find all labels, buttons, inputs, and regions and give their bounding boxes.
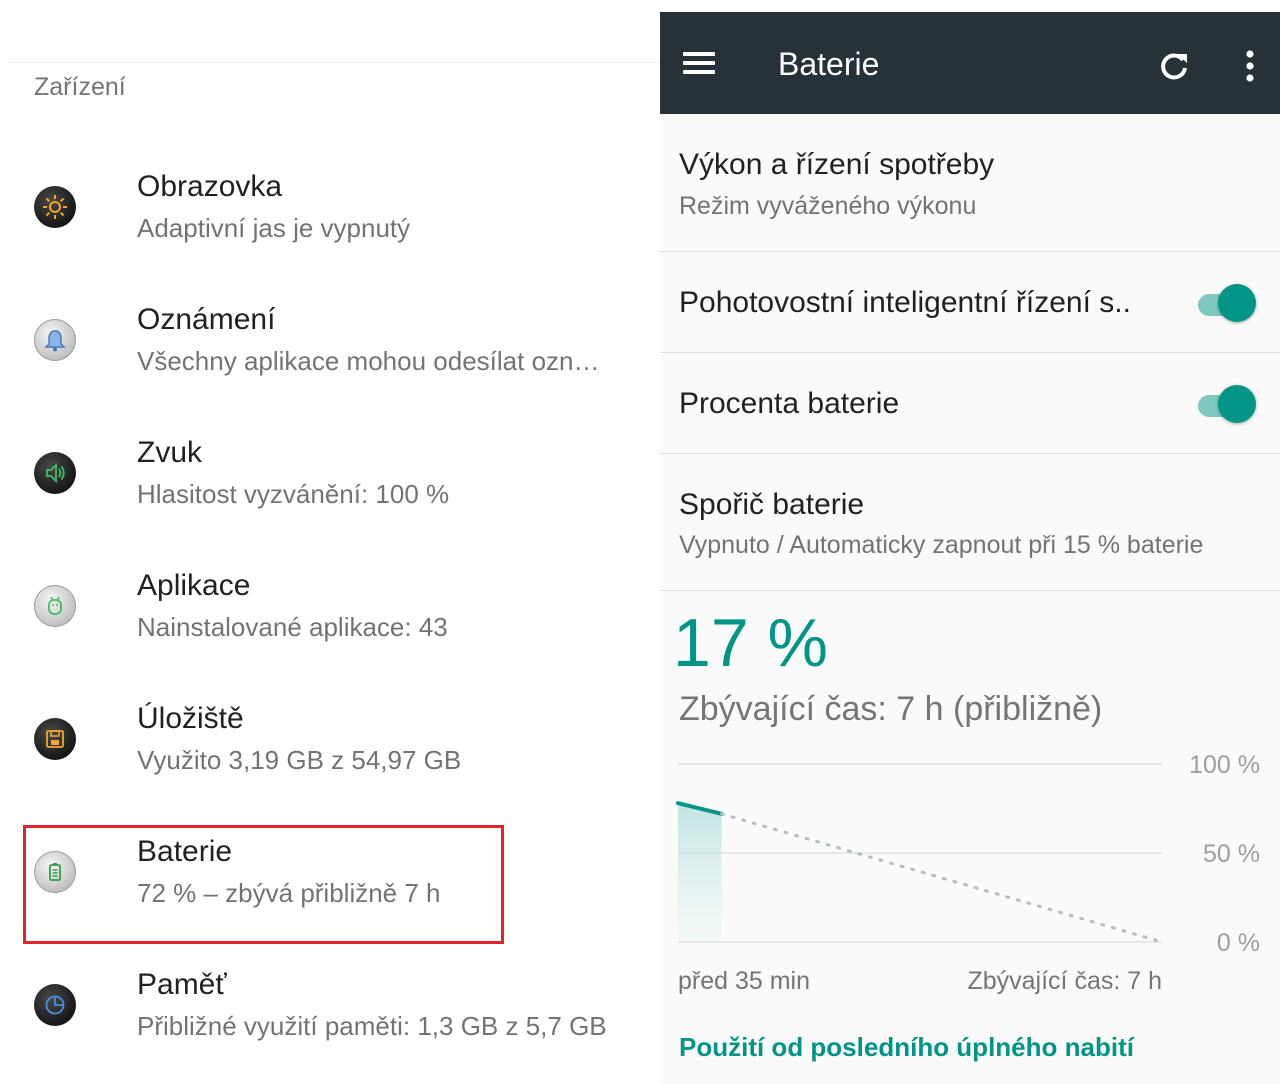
memory-icon (34, 984, 76, 1026)
item-subtitle: Všechny aplikace mohou odesílat ozn… (137, 346, 600, 376)
item-title: Oznámení (137, 303, 276, 336)
settings-item-notifications[interactable]: Oznámení Všechny aplikace mohou odesílat… (0, 283, 660, 403)
toggle-thumb (1218, 385, 1256, 423)
battery-settings-panel: Baterie Výkon a řízení spotřeby Režim vy… (660, 0, 1280, 1084)
pref-title: Procenta baterie (679, 387, 900, 420)
menu-icon[interactable] (680, 42, 720, 82)
settings-item-memory[interactable]: Paměť Přibližné využití paměti: 1,3 GB z… (0, 948, 660, 1068)
section-title: Zařízení (34, 73, 126, 101)
pref-title: Výkon a řízení spotřeby (679, 148, 995, 181)
y-tick-label: 50 % (1203, 840, 1260, 868)
highlight-box (23, 825, 504, 944)
toolbar-title: Baterie (778, 46, 880, 82)
more-options-icon[interactable] (1234, 46, 1270, 86)
pref-performance[interactable]: Výkon a řízení spotřeby Režim vyváženého… (660, 114, 1280, 252)
item-title: Paměť (137, 968, 227, 1001)
item-title: Aplikace (137, 569, 251, 602)
remaining-time: Zbývající čas: 7 h (přibližně) (679, 690, 1103, 728)
item-title: Zvuk (137, 436, 203, 469)
pref-subtitle: Režim vyváženého výkonu (679, 192, 977, 220)
item-subtitle: Nainstalované aplikace: 43 (137, 612, 448, 642)
settings-item-display[interactable]: Obrazovka Adaptivní jas je vypnutý (0, 150, 660, 270)
pref-battery-percentage[interactable]: Procenta baterie (660, 353, 1280, 454)
x-label-end: Zbývající čas: 7 h (967, 967, 1162, 995)
app-toolbar: Baterie (660, 12, 1280, 114)
x-label-start: před 35 min (678, 967, 810, 995)
pref-title: Pohotovostní inteligentní řízení s.. (679, 286, 1131, 319)
item-subtitle: Hlasitost vyzvánění: 100 % (137, 479, 450, 509)
item-title: Obrazovka (137, 170, 283, 203)
pref-subtitle: Vypnuto / Automaticky zapnout při 15 % b… (679, 531, 1204, 559)
storage-icon (34, 718, 76, 760)
usage-since-full-charge-link[interactable]: Použití od posledního úplného nabití (679, 1032, 1134, 1063)
battery-percent: 17 % (673, 605, 828, 681)
top-strip (660, 0, 1280, 12)
settings-item-storage[interactable]: Úložiště Využito 3,19 GB z 54,97 GB (0, 682, 660, 802)
settings-item-apps[interactable]: Aplikace Nainstalované aplikace: 43 (0, 549, 660, 669)
standby-toggle[interactable] (1198, 282, 1256, 322)
y-tick-label: 0 % (1217, 929, 1260, 957)
battery-percentage-toggle[interactable] (1198, 383, 1256, 423)
android-icon (34, 585, 76, 627)
item-subtitle: Využito 3,19 GB z 54,97 GB (137, 745, 462, 775)
bell-icon (34, 319, 76, 361)
brightness-icon (34, 186, 76, 228)
refresh-icon[interactable] (1154, 46, 1194, 86)
pref-battery-saver[interactable]: Spořič baterie Vypnuto / Automaticky zap… (660, 454, 1280, 591)
projection-line (720, 812, 1164, 944)
y-tick-label: 100 % (1189, 751, 1260, 779)
pref-standby-management[interactable]: Pohotovostní inteligentní řízení s.. (660, 252, 1280, 353)
item-subtitle: Přibližné využití paměti: 1,3 GB z 5,7 G… (137, 1011, 607, 1041)
battery-history-chart: 100 % 50 % 0 % před 35 min Zbývající čas: 7 … (676, 751, 1260, 995)
speaker-icon (34, 452, 76, 494)
pref-title: Spořič baterie (679, 488, 865, 521)
toggle-thumb (1218, 284, 1256, 322)
item-title: Úložiště (137, 702, 244, 735)
settings-list-panel: Zařízení Obrazovka Adaptivní jas je vypn… (0, 0, 660, 1084)
settings-item-sound[interactable]: Zvuk Hlasitost vyzvánění: 100 % (0, 416, 660, 536)
item-subtitle: Adaptivní jas je vypnutý (137, 213, 411, 243)
divider (8, 62, 660, 63)
history-area (678, 803, 722, 942)
